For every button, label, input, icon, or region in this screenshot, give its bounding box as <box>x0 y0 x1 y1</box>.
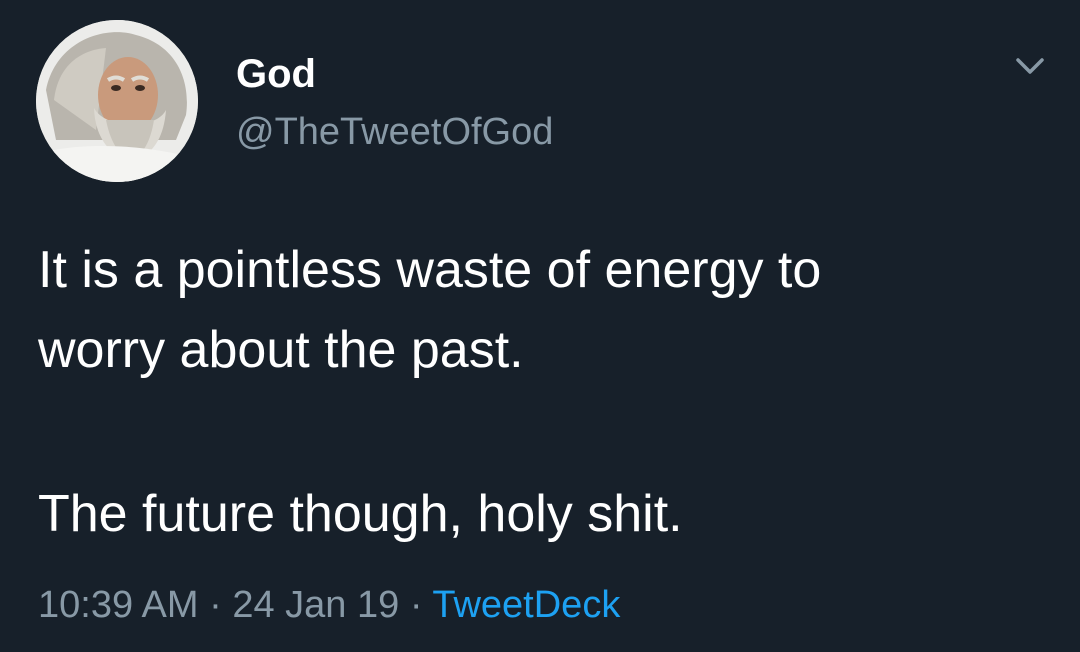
tweet-text-line: worry about the past. <box>38 321 524 379</box>
chevron-down-icon[interactable] <box>1010 52 1050 80</box>
tweet-text-line: The future though, holy shit. <box>38 485 683 543</box>
tweet-text-line: It is a pointless waste of energy to <box>38 241 822 299</box>
meta-separator: · <box>399 584 433 626</box>
avatar-image <box>36 20 198 182</box>
tweet-date[interactable]: 24 Jan 19 <box>232 584 399 626</box>
tweet-time[interactable]: 10:39 AM <box>38 584 199 626</box>
author-handle[interactable]: @TheTweetOfGod <box>236 108 553 156</box>
tweet-meta: 10:39 AM · 24 Jan 19 · TweetDeck <box>38 580 620 630</box>
avatar[interactable] <box>36 20 198 182</box>
tweet-source-link[interactable]: TweetDeck <box>432 584 620 626</box>
author-display-name[interactable]: God <box>236 50 316 98</box>
meta-separator: · <box>198 584 233 626</box>
tweet-card: God @TheTweetOfGod It is a pointless was… <box>0 0 1080 652</box>
